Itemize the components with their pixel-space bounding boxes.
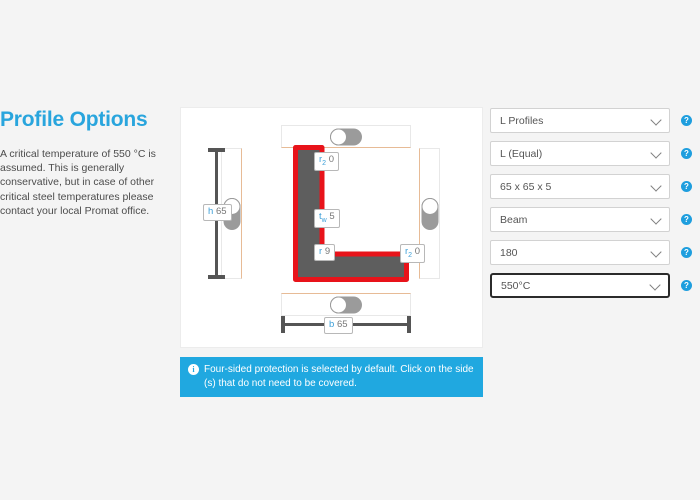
toggle-knob-right[interactable] <box>421 197 438 230</box>
intro-description: A critical temperature of 550 °C is assu… <box>0 148 156 217</box>
protection-toggle-bottom[interactable] <box>281 293 411 316</box>
chevron-down-icon <box>650 245 662 258</box>
r2-bottom-value: 0 <box>414 246 421 257</box>
control-row-profile-subtype: L (Equal) ? <box>490 141 696 166</box>
element-type-value: Beam <box>500 213 528 226</box>
fire-rating-select[interactable]: 180 <box>490 240 670 265</box>
critical-temperature-value: 550°C <box>501 279 531 292</box>
profile-diagram-panel: h 65 b 65 r2 0 tw 5 r 9 r2 0 <box>180 107 483 348</box>
control-row-profile-size: 65 x 65 x 5 ? <box>490 174 696 199</box>
control-row-profile-family: L Profiles ? <box>490 108 696 133</box>
chevron-down-icon <box>650 113 662 126</box>
toggle-knob-top[interactable] <box>330 128 362 145</box>
r2-top-chip: r2 0 <box>314 152 340 171</box>
info-icon: i <box>188 364 199 375</box>
profile-size-value: 65 x 65 x 5 <box>500 180 552 193</box>
toggle-knob-bottom[interactable] <box>330 296 362 313</box>
profile-options-controls: L Profiles ? L (Equal) ? 65 x 65 x 5 ? B… <box>490 108 696 306</box>
control-row-critical-temperature: 550°C ? <box>490 273 696 298</box>
width-cap-right <box>407 316 411 333</box>
profile-size-select[interactable]: 65 x 65 x 5 <box>490 174 670 199</box>
intro-column: Profile Options A critical temperature o… <box>0 108 168 218</box>
width-value: 65 <box>336 319 348 330</box>
profile-subtype-value: L (Equal) <box>500 147 543 160</box>
fire-rating-value: 180 <box>500 246 518 259</box>
chevron-down-icon <box>650 212 662 225</box>
width-value-chip: b 65 <box>324 317 353 334</box>
control-row-fire-rating: 180 ? <box>490 240 696 265</box>
profile-outline <box>293 145 409 282</box>
r2-bottom-subscript: 2 <box>408 251 413 259</box>
critical-temperature-select[interactable]: 550°C <box>490 273 670 298</box>
help-icon-profile-family[interactable]: ? <box>681 115 692 126</box>
tw-subscript: w <box>321 216 327 224</box>
element-type-select[interactable]: Beam <box>490 207 670 232</box>
chevron-down-icon <box>650 146 662 159</box>
profile-family-select[interactable]: L Profiles <box>490 108 670 133</box>
height-symbol: h <box>208 206 214 217</box>
diagram-stage: h 65 b 65 r2 0 tw 5 r 9 r2 0 <box>181 108 482 347</box>
chevron-down-icon <box>649 278 661 291</box>
width-symbol: b <box>329 319 335 330</box>
help-icon-fire-rating[interactable]: ? <box>681 247 692 258</box>
l-profile-shape[interactable] <box>292 144 410 283</box>
help-icon-profile-size[interactable]: ? <box>681 181 692 192</box>
page-title: Profile Options <box>0 108 148 131</box>
control-row-element-type: Beam ? <box>490 207 696 232</box>
tw-value: 5 <box>329 211 335 222</box>
info-banner-text: Four-sided protection is selected by def… <box>204 364 474 389</box>
height-value-chip: h 65 <box>203 204 232 221</box>
height-value: 65 <box>215 206 227 217</box>
help-icon-element-type[interactable]: ? <box>681 214 692 225</box>
r2-top-value: 0 <box>328 154 335 165</box>
root-radius-chip: r 9 <box>314 244 336 261</box>
r2-bottom-chip: r2 0 <box>400 244 426 263</box>
profile-subtype-select[interactable]: L (Equal) <box>490 141 670 166</box>
r2-top-subscript: 2 <box>322 159 327 167</box>
r-value: 9 <box>324 246 331 257</box>
help-icon-critical-temperature[interactable]: ? <box>681 280 692 291</box>
height-cap-bottom <box>208 275 225 279</box>
profile-family-value: L Profiles <box>500 114 544 127</box>
r-symbol: r <box>319 246 323 257</box>
help-icon-profile-subtype[interactable]: ? <box>681 148 692 159</box>
web-thickness-chip: tw 5 <box>314 209 340 228</box>
info-banner: i Four-sided protection is selected by d… <box>180 357 483 397</box>
chevron-down-icon <box>650 179 662 192</box>
